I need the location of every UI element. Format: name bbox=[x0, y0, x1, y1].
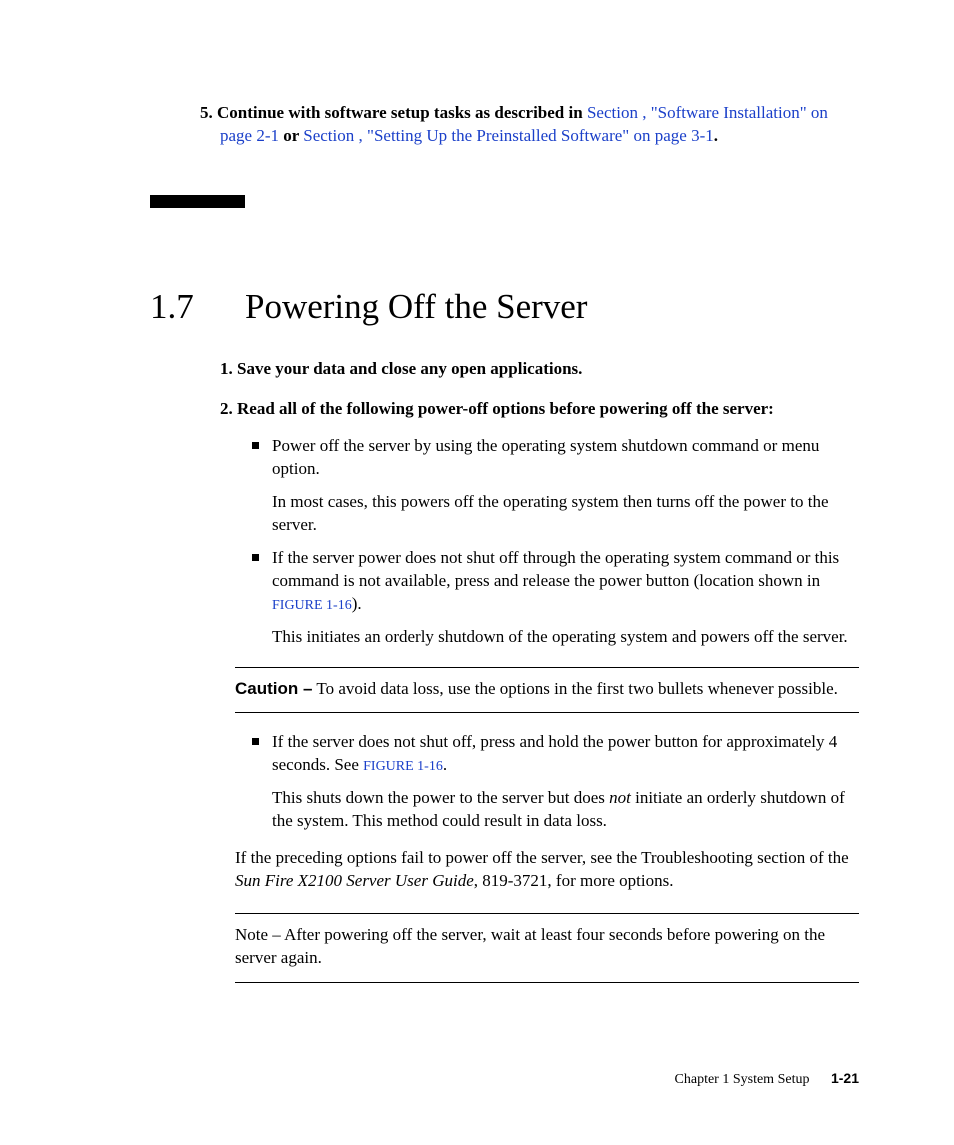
step-1-text: Save your data and close any open applic… bbox=[237, 359, 582, 378]
bullet-1-p2: In most cases, this powers off the opera… bbox=[272, 491, 859, 537]
note-text: After powering off the server, wait at l… bbox=[235, 925, 825, 967]
bullet-3-tail: . bbox=[443, 755, 447, 774]
trail-pre: If the preceding options fail to power o… bbox=[235, 848, 849, 867]
bullet-3-p1: If the server does not shut off, press a… bbox=[272, 731, 859, 777]
caution-label: Caution – bbox=[235, 679, 312, 698]
bullet-1: Power off the server by using the operat… bbox=[250, 435, 859, 537]
bullet-list-a: Power off the server by using the operat… bbox=[250, 435, 859, 649]
step-2-number: 2. bbox=[220, 399, 233, 418]
caution-box: Caution – To avoid data loss, use the op… bbox=[235, 667, 859, 714]
bullet-2-p1: If the server power does not shut off th… bbox=[272, 547, 859, 616]
footer-chapter: Chapter 1 System Setup bbox=[675, 1072, 810, 1087]
section-rule bbox=[150, 195, 245, 208]
bullet-2-p2: This initiates an orderly shutdown of th… bbox=[272, 626, 859, 649]
bullet-3: If the server does not shut off, press a… bbox=[250, 731, 859, 833]
intro-step-number: 5. bbox=[200, 103, 213, 122]
note-label: Note – bbox=[235, 925, 281, 944]
page-footer: Chapter 1 System Setup 1-21 bbox=[675, 1069, 859, 1090]
bullet-3-not: not bbox=[609, 788, 631, 807]
step-2: 2. Read all of the following power-off o… bbox=[220, 398, 859, 421]
intro-step-mid: or bbox=[279, 126, 303, 145]
section-heading: 1.7 Powering Off the Server bbox=[150, 283, 859, 330]
bullet-2: If the server power does not shut off th… bbox=[250, 547, 859, 649]
steps-block: 1. Save your data and close any open app… bbox=[220, 358, 859, 648]
step-2-text: Read all of the following power-off opti… bbox=[237, 399, 774, 418]
bullet-2-tail: ). bbox=[352, 594, 362, 613]
bullet-2-lead: If the server power does not shut off th… bbox=[272, 548, 839, 590]
note-box: Note – After powering off the server, wa… bbox=[235, 913, 859, 983]
section-number: 1.7 bbox=[150, 283, 245, 330]
intro-link-2[interactable]: Section , "Setting Up the Preinstalled S… bbox=[303, 126, 713, 145]
footer-page-number: 1-21 bbox=[831, 1070, 859, 1086]
caution-text: To avoid data loss, use the options in t… bbox=[312, 679, 837, 698]
figure-link-2[interactable]: FIGURE 1-16 bbox=[363, 759, 443, 774]
section-title: Powering Off the Server bbox=[245, 283, 587, 330]
page-container: 5. Continue with software setup tasks as… bbox=[0, 0, 954, 1145]
figure-link-1[interactable]: FIGURE 1-16 bbox=[272, 598, 352, 613]
intro-step-tail: . bbox=[714, 126, 718, 145]
steps-block-cont: If the server does not shut off, press a… bbox=[220, 731, 859, 833]
intro-step: 5. Continue with software setup tasks as… bbox=[220, 102, 859, 148]
trail-post: , 819-3721, for more options. bbox=[474, 871, 674, 890]
step-1-number: 1. bbox=[220, 359, 233, 378]
bullet-3-p2a: This shuts down the power to the server … bbox=[272, 788, 609, 807]
step-1: 1. Save your data and close any open app… bbox=[220, 358, 859, 381]
bullet-3-lead: If the server does not shut off, press a… bbox=[272, 732, 837, 774]
intro-step-lead: Continue with software setup tasks as de… bbox=[217, 103, 587, 122]
trailing-paragraph: If the preceding options fail to power o… bbox=[235, 847, 859, 893]
bullet-list-b: If the server does not shut off, press a… bbox=[250, 731, 859, 833]
bullet-3-p2: This shuts down the power to the server … bbox=[272, 787, 859, 833]
bullet-1-p1: Power off the server by using the operat… bbox=[272, 435, 859, 481]
trail-ital: Sun Fire X2100 Server User Guide bbox=[235, 871, 474, 890]
